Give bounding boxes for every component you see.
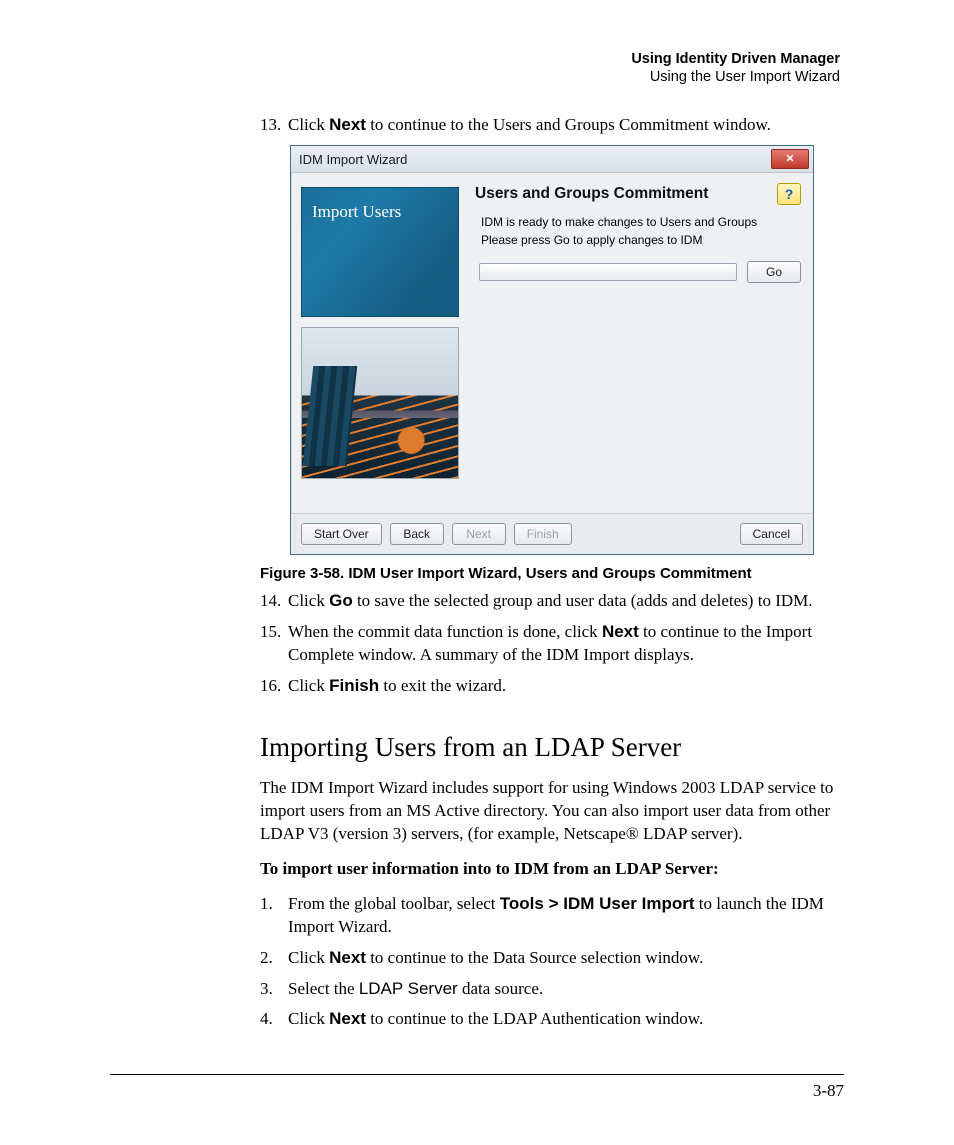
progress-row: Go xyxy=(475,261,801,283)
import-users-label: Import Users xyxy=(312,202,401,222)
ldap-step-3: 3. Select the LDAP Server data source. xyxy=(260,978,844,1001)
start-over-button[interactable]: Start Over xyxy=(301,523,382,545)
step-text: Click Next to continue to the LDAP Authe… xyxy=(288,1008,844,1031)
wizard-body: Import Users Users and Groups Commitment… xyxy=(291,173,813,513)
body-content: 13. Click Next to continue to the Users … xyxy=(110,114,844,1031)
wizard-heading: Users and Groups Commitment xyxy=(475,185,801,203)
decorative-photo xyxy=(301,327,459,479)
cancel-button[interactable]: Cancel xyxy=(740,523,803,545)
back-button[interactable]: Back xyxy=(390,523,444,545)
step-text: Select the LDAP Server data source. xyxy=(288,978,844,1001)
section-heading: Importing Users from an LDAP Server xyxy=(260,732,844,763)
section-intro: The IDM Import Wizard includes support f… xyxy=(260,777,844,846)
help-icon: ? xyxy=(785,186,794,202)
step-number: 3. xyxy=(260,978,288,1001)
step-number: 13. xyxy=(260,114,288,137)
idm-import-wizard-window: IDM Import Wizard ✕ Import Users Users a… xyxy=(290,145,814,555)
help-button[interactable]: ? xyxy=(777,183,801,205)
wizard-message-2: Please press Go to apply changes to IDM xyxy=(475,231,801,249)
step-number: 2. xyxy=(260,947,288,970)
step-number: 4. xyxy=(260,1008,288,1031)
step-text: Click Finish to exit the wizard. xyxy=(288,675,844,698)
import-users-tile: Import Users xyxy=(301,187,459,317)
step-16: 16. Click Finish to exit the wizard. xyxy=(260,675,844,698)
wizard-left-panel: Import Users xyxy=(291,173,469,513)
wizard-message-1: IDM is ready to make changes to Users an… xyxy=(475,213,801,231)
ldap-step-2: 2. Click Next to continue to the Data So… xyxy=(260,947,844,970)
wizard-footer: Start Over Back Next Finish Cancel xyxy=(291,513,813,554)
ldap-step-4: 4. Click Next to continue to the LDAP Au… xyxy=(260,1008,844,1031)
close-button[interactable]: ✕ xyxy=(771,149,809,169)
next-button[interactable]: Next xyxy=(452,523,506,545)
step-number: 16. xyxy=(260,675,288,698)
section-lead: To import user information into to IDM f… xyxy=(260,858,844,881)
header-line-2: Using the User Import Wizard xyxy=(110,68,840,86)
step-text: Click Next to continue to the Data Sourc… xyxy=(288,947,844,970)
progress-bar xyxy=(479,263,737,281)
step-text: When the commit data function is done, c… xyxy=(288,621,844,667)
page-header: Using Identity Driven Manager Using the … xyxy=(110,50,844,86)
wizard-right-panel: Users and Groups Commitment ? IDM is rea… xyxy=(469,173,813,513)
close-icon: ✕ xyxy=(785,154,794,165)
page-number: 3-87 xyxy=(813,1081,844,1100)
header-line-1: Using Identity Driven Manager xyxy=(110,50,840,68)
step-number: 15. xyxy=(260,621,288,667)
page: Using Identity Driven Manager Using the … xyxy=(0,0,954,1145)
step-text: Click Next to continue to the Users and … xyxy=(288,114,844,137)
step-13: 13. Click Next to continue to the Users … xyxy=(260,114,844,137)
step-15: 15. When the commit data function is don… xyxy=(260,621,844,667)
titlebar: IDM Import Wizard ✕ xyxy=(291,146,813,173)
go-button[interactable]: Go xyxy=(747,261,801,283)
step-14: 14. Click Go to save the selected group … xyxy=(260,590,844,613)
step-number: 1. xyxy=(260,893,288,939)
finish-button[interactable]: Finish xyxy=(514,523,572,545)
window-title: IDM Import Wizard xyxy=(299,152,771,167)
ldap-step-1: 1. From the global toolbar, select Tools… xyxy=(260,893,844,939)
step-text: Click Go to save the selected group and … xyxy=(288,590,844,613)
figure-caption: Figure 3-58. IDM User Import Wizard, Use… xyxy=(260,565,844,582)
step-number: 14. xyxy=(260,590,288,613)
page-footer: 3-87 xyxy=(110,1074,844,1101)
step-text: From the global toolbar, select Tools > … xyxy=(288,893,844,939)
